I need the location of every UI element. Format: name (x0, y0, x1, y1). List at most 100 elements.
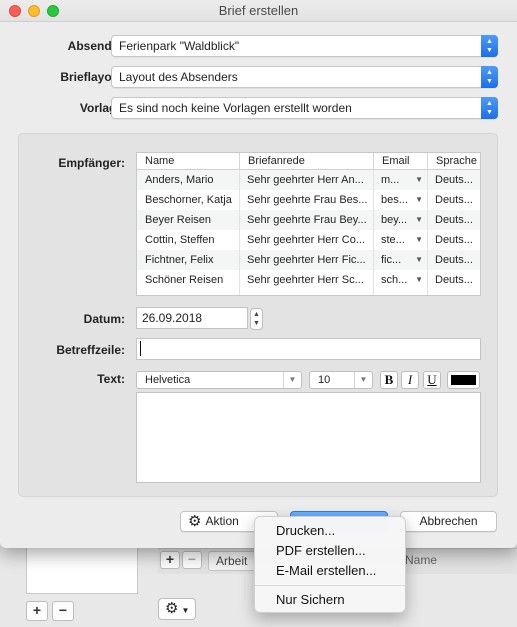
dropdown-triangle-icon: ▼ (415, 235, 423, 244)
underline-button[interactable]: U (423, 371, 441, 389)
bg-column-name: Name (405, 553, 438, 567)
menu-item-email-erstellen[interactable]: E-Mail erstellen... (255, 561, 405, 581)
bold-button[interactable]: B (380, 371, 398, 389)
font-family-popup[interactable]: Helvetica ▼ (136, 371, 302, 389)
italic-button[interactable]: I (401, 371, 419, 389)
minimize-window-button[interactable] (28, 5, 40, 17)
cell-name: Anders, Mario (145, 174, 214, 186)
column-header-sprache[interactable]: Sprache (427, 153, 480, 170)
cell-sprache: Deuts... (435, 174, 473, 186)
cell-email[interactable]: sch... ▼ (373, 270, 427, 290)
updown-arrows-icon: ▲ ▼ (481, 66, 498, 88)
empfaenger-label: Empfänger: (58, 156, 125, 170)
date-stepper[interactable]: ▲ ▼ (250, 308, 263, 330)
gear-icon: ⚙ (188, 513, 202, 530)
bg-remove-button[interactable]: − (52, 601, 74, 621)
absender-value: Ferienpark "Waldblick" (119, 39, 240, 53)
cell-name: Fichtner, Felix (145, 254, 214, 266)
bg-tab-arbeit[interactable]: Arbeit (208, 551, 256, 571)
brief-erstellen-sheet: Brief erstellen Absender: Ferienpark "Wa… (0, 0, 517, 548)
cell-anrede: Sehr geehrte Frau Bes... (247, 194, 368, 206)
cell-email[interactable]: ste... ▼ (373, 230, 427, 250)
recipient-table[interactable]: Name Briefanrede Email Sprache Anders, M… (136, 152, 481, 296)
brieflayout-popup[interactable]: Layout des Absenders ▲ ▼ (111, 66, 498, 88)
absender-popup[interactable]: Ferienpark "Waldblick" ▲ ▼ (111, 35, 498, 57)
cell-anrede: Sehr geehrter Herr Sc... (247, 274, 364, 286)
updown-arrows-icon: ▲ ▼ (481, 97, 498, 119)
datum-field[interactable]: 26.09.2018 (136, 307, 248, 329)
dropdown-triangle-icon: ▼ (415, 255, 423, 264)
vorlage-value: Es sind noch keine Vorlagen erstellt wor… (119, 101, 352, 115)
column-header-email[interactable]: Email (373, 153, 427, 170)
updown-arrows-icon: ▲ ▼ (481, 35, 498, 57)
stepper-up-icon: ▲ (253, 311, 260, 318)
dropdown-triangle-icon: ▼ (415, 275, 423, 284)
cell-email[interactable]: bey... ▼ (373, 210, 427, 230)
close-window-button[interactable] (9, 5, 21, 17)
font-size-value: 10 (318, 374, 331, 386)
column-divider (373, 170, 374, 295)
maximize-window-button[interactable] (47, 5, 59, 17)
stepper-down-icon: ▼ (253, 320, 260, 327)
menu-item-drucken[interactable]: Drucken... (255, 521, 405, 541)
cell-email[interactable]: fic... ▼ (373, 250, 427, 270)
betreff-label: Betreffzeile: (56, 343, 125, 357)
bg-gear-menu-button[interactable]: ⚙ ▼ (158, 598, 196, 620)
cell-email-value: fic... (381, 254, 402, 266)
brieflayout-value: Layout des Absenders (119, 70, 238, 84)
cell-name: Cottin, Steffen (145, 234, 215, 246)
table-row[interactable]: Fichtner, Felix Sehr geehrter Herr Fic..… (137, 250, 480, 270)
bg-tab-add-button[interactable]: + (160, 551, 180, 569)
cell-email-value: bes... (381, 194, 408, 206)
cell-sprache: Deuts... (435, 234, 473, 246)
cell-sprache: Deuts... (435, 274, 473, 286)
letter-text-area[interactable] (136, 392, 481, 483)
table-row[interactable]: Beyer Reisen Sehr geehrte Frau Bey... be… (137, 210, 480, 230)
column-header-name[interactable]: Name (137, 153, 239, 170)
cell-name: Beyer Reisen (145, 214, 212, 226)
aktion-label: Aktion (205, 514, 239, 528)
background-list (26, 540, 138, 594)
abbrechen-button[interactable]: Abbrechen (400, 511, 497, 532)
cell-name: Schöner Reisen (145, 274, 224, 286)
chevron-down-icon: ▼ (354, 372, 372, 388)
table-row[interactable]: Beschorner, Katja Sehr geehrte Frau Bes.… (137, 190, 480, 210)
dropdown-triangle-icon: ▼ (415, 195, 423, 204)
cell-email[interactable]: bes... ▼ (373, 190, 427, 210)
cell-email-value: m... (381, 174, 400, 186)
cell-sprache: Deuts... (435, 254, 473, 266)
color-swatch (451, 375, 476, 385)
cell-email[interactable]: m... ▼ (373, 170, 427, 190)
table-row[interactable]: Cottin, Steffen Sehr geehrter Herr Co...… (137, 230, 480, 250)
column-divider (427, 170, 428, 295)
dropdown-triangle-icon: ▼ (415, 215, 423, 224)
title-bar: Brief erstellen (0, 0, 517, 22)
cell-anrede: Sehr geehrter Herr An... (247, 174, 364, 186)
table-row[interactable]: Schöner Reisen Sehr geehrter Herr Sc... … (137, 270, 480, 290)
datum-label: Datum: (83, 312, 125, 326)
cell-sprache: Deuts... (435, 194, 473, 206)
bg-tab-remove-button[interactable]: − (182, 551, 202, 569)
menu-item-pdf-erstellen[interactable]: PDF erstellen... (255, 541, 405, 561)
menu-separator (255, 585, 405, 586)
betreff-field[interactable] (136, 338, 481, 360)
cell-email-value: ste... (381, 234, 405, 246)
column-header-briefanrede[interactable]: Briefanrede (239, 153, 373, 170)
window-title: Brief erstellen (218, 3, 299, 18)
cell-anrede: Sehr geehrter Herr Fic... (247, 254, 366, 266)
table-header: Name Briefanrede Email Sprache (137, 153, 480, 170)
text-caret (140, 341, 141, 356)
cell-anrede: Sehr geehrter Herr Co... (247, 234, 365, 246)
cell-name: Beschorner, Katja (145, 194, 232, 206)
chevron-down-icon: ▼ (181, 606, 190, 615)
cell-anrede: Sehr geehrte Frau Bey... (247, 214, 367, 226)
font-size-popup[interactable]: 10 ▼ (309, 371, 373, 389)
vorlage-popup[interactable]: Es sind noch keine Vorlagen erstellt wor… (111, 97, 498, 119)
gear-icon: ⚙ (165, 600, 179, 617)
table-row[interactable]: Anders, Mario Sehr geehrter Herr An... m… (137, 170, 480, 190)
text-color-well[interactable] (447, 371, 480, 389)
aktion-menu: Drucken... PDF erstellen... E-Mail erste… (254, 516, 406, 613)
menu-item-nur-sichern[interactable]: Nur Sichern (255, 590, 405, 610)
bg-add-button[interactable]: + (26, 601, 48, 621)
chevron-down-icon: ▼ (283, 372, 301, 388)
